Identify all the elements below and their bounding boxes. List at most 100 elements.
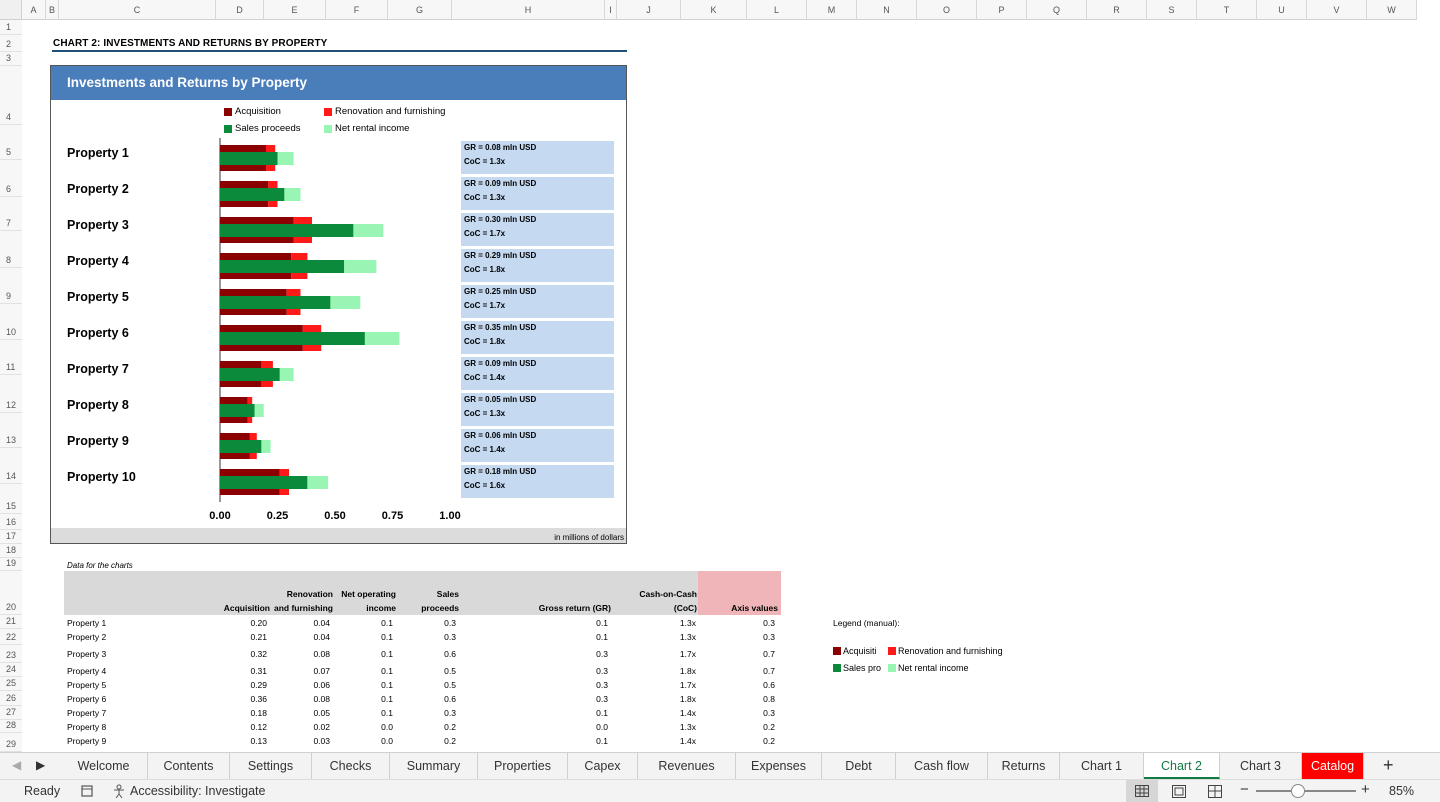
table-cell-noi[interactable]: 0.0	[333, 722, 393, 732]
sheet-tab[interactable]: Chart 1	[1060, 753, 1144, 779]
row-header[interactable]: 5	[0, 125, 22, 160]
row-header[interactable]: 13	[0, 413, 22, 448]
row-header[interactable]: 16	[0, 514, 22, 530]
column-header[interactable]: O	[917, 0, 977, 20]
column-header[interactable]: A	[22, 0, 46, 20]
table-cell-acq[interactable]: 0.29	[207, 680, 267, 690]
table-cell-gr[interactable]: 0.1	[548, 708, 608, 718]
sheet-tab[interactable]: Checks	[312, 753, 390, 779]
sheet-tab[interactable]: Welcome	[60, 753, 148, 779]
next-sheet-arrow-icon[interactable]: ▶	[36, 758, 45, 772]
table-cell-reno[interactable]: 0.02	[270, 722, 330, 732]
table-cell-noi[interactable]: 0.1	[333, 680, 393, 690]
row-header[interactable]: 22	[0, 629, 22, 645]
table-cell-coc[interactable]: 1.7x	[636, 649, 696, 659]
row-header[interactable]: 17	[0, 530, 22, 544]
row-header[interactable]: 10	[0, 304, 22, 340]
sheet-tab[interactable]: Capex	[568, 753, 638, 779]
table-cell-gr[interactable]: 0.3	[548, 694, 608, 704]
table-cell-noi[interactable]: 0.1	[333, 708, 393, 718]
column-header[interactable]: B	[46, 0, 59, 20]
table-row-name[interactable]: Property 2	[67, 632, 106, 642]
table-cell-noi[interactable]: 0.0	[333, 736, 393, 746]
table-cell-noi[interactable]: 0.1	[333, 694, 393, 704]
column-header[interactable]: M	[807, 0, 857, 20]
table-cell-coc[interactable]: 1.8x	[636, 666, 696, 676]
column-header[interactable]: R	[1087, 0, 1147, 20]
column-header[interactable]: I	[605, 0, 617, 20]
column-header[interactable]: T	[1197, 0, 1257, 20]
row-header[interactable]: 20	[0, 571, 22, 615]
row-header[interactable]: 12	[0, 375, 22, 413]
row-header[interactable]: 25	[0, 677, 22, 691]
column-header[interactable]: G	[388, 0, 452, 20]
table-cell-acq[interactable]: 0.12	[207, 722, 267, 732]
page-break-view-icon[interactable]	[1208, 785, 1222, 798]
table-cell-gr[interactable]: 0.3	[548, 680, 608, 690]
row-header[interactable]: 1	[0, 20, 22, 35]
sheet-tab[interactable]: Expenses	[736, 753, 822, 779]
sheet-tab[interactable]: Catalog	[1302, 753, 1364, 779]
column-header[interactable]: E	[264, 0, 326, 20]
table-cell-acq[interactable]: 0.13	[207, 736, 267, 746]
row-header[interactable]: 21	[0, 615, 22, 629]
table-row-name[interactable]: Property 6	[67, 694, 106, 704]
table-row-name[interactable]: Property 3	[67, 649, 106, 659]
table-cell-reno[interactable]: 0.05	[270, 708, 330, 718]
table-row-name[interactable]: Property 4	[67, 666, 106, 676]
zoom-slider-track[interactable]	[1256, 790, 1356, 792]
table-cell-coc[interactable]: 1.4x	[636, 708, 696, 718]
column-header[interactable]: S	[1147, 0, 1197, 20]
column-header[interactable]: K	[681, 0, 747, 20]
row-header[interactable]: 7	[0, 197, 22, 231]
sheet-tab[interactable]: Properties	[478, 753, 568, 779]
row-header[interactable]: 19	[0, 558, 22, 571]
table-cell-axis[interactable]: 0.6	[715, 680, 775, 690]
row-header[interactable]: 26	[0, 691, 22, 706]
row-header[interactable]: 28	[0, 720, 22, 733]
zoom-level[interactable]: 85%	[1389, 784, 1414, 798]
table-cell-reno[interactable]: 0.06	[270, 680, 330, 690]
table-cell-coc[interactable]: 1.3x	[636, 618, 696, 628]
column-header[interactable]: U	[1257, 0, 1307, 20]
column-header[interactable]: V	[1307, 0, 1367, 20]
table-cell-reno[interactable]: 0.04	[270, 618, 330, 628]
column-header[interactable]: H	[452, 0, 605, 20]
table-cell-coc[interactable]: 1.7x	[636, 680, 696, 690]
zoom-slider-thumb[interactable]	[1291, 784, 1305, 798]
table-cell-axis[interactable]: 0.3	[715, 708, 775, 718]
sheet-tab[interactable]: Returns	[988, 753, 1060, 779]
table-row-name[interactable]: Property 8	[67, 722, 106, 732]
row-header[interactable]: 3	[0, 52, 22, 66]
table-cell-coc[interactable]: 1.8x	[636, 694, 696, 704]
table-cell-noi[interactable]: 0.1	[333, 666, 393, 676]
table-cell-acq[interactable]: 0.21	[207, 632, 267, 642]
table-cell-sales[interactable]: 0.5	[396, 680, 456, 690]
sheet-tab[interactable]: Contents	[148, 753, 230, 779]
table-cell-noi[interactable]: 0.1	[333, 632, 393, 642]
table-cell-sales[interactable]: 0.3	[396, 618, 456, 628]
table-row-name[interactable]: Property 5	[67, 680, 106, 690]
table-cell-axis[interactable]: 0.3	[715, 618, 775, 628]
row-header[interactable]: 15	[0, 484, 22, 514]
table-cell-gr[interactable]: 0.0	[548, 722, 608, 732]
row-header[interactable]: 4	[0, 66, 22, 125]
table-cell-acq[interactable]: 0.18	[207, 708, 267, 718]
accessibility-icon[interactable]	[112, 784, 128, 798]
row-header[interactable]: 14	[0, 448, 22, 484]
normal-view-button[interactable]	[1126, 780, 1158, 802]
spreadsheet-grid[interactable]: ABCDEFGHIJKLMNOPQRSTUVW 1 2 3 4 5 6 7 8 9 10 11 12 1…	[0, 0, 1440, 752]
column-header[interactable]: C	[59, 0, 216, 20]
table-cell-axis[interactable]: 0.2	[715, 736, 775, 746]
table-cell-axis[interactable]: 0.3	[715, 632, 775, 642]
table-cell-reno[interactable]: 0.03	[270, 736, 330, 746]
table-cell-gr[interactable]: 0.1	[548, 632, 608, 642]
row-header[interactable]: 6	[0, 160, 22, 197]
table-cell-coc[interactable]: 1.3x	[636, 632, 696, 642]
page-layout-view-icon[interactable]	[1172, 785, 1186, 798]
row-header[interactable]: 23	[0, 645, 22, 663]
row-header[interactable]: 11	[0, 340, 22, 375]
table-row-name[interactable]: Property 9	[67, 736, 106, 746]
column-header[interactable]: F	[326, 0, 388, 20]
table-cell-acq[interactable]: 0.36	[207, 694, 267, 704]
